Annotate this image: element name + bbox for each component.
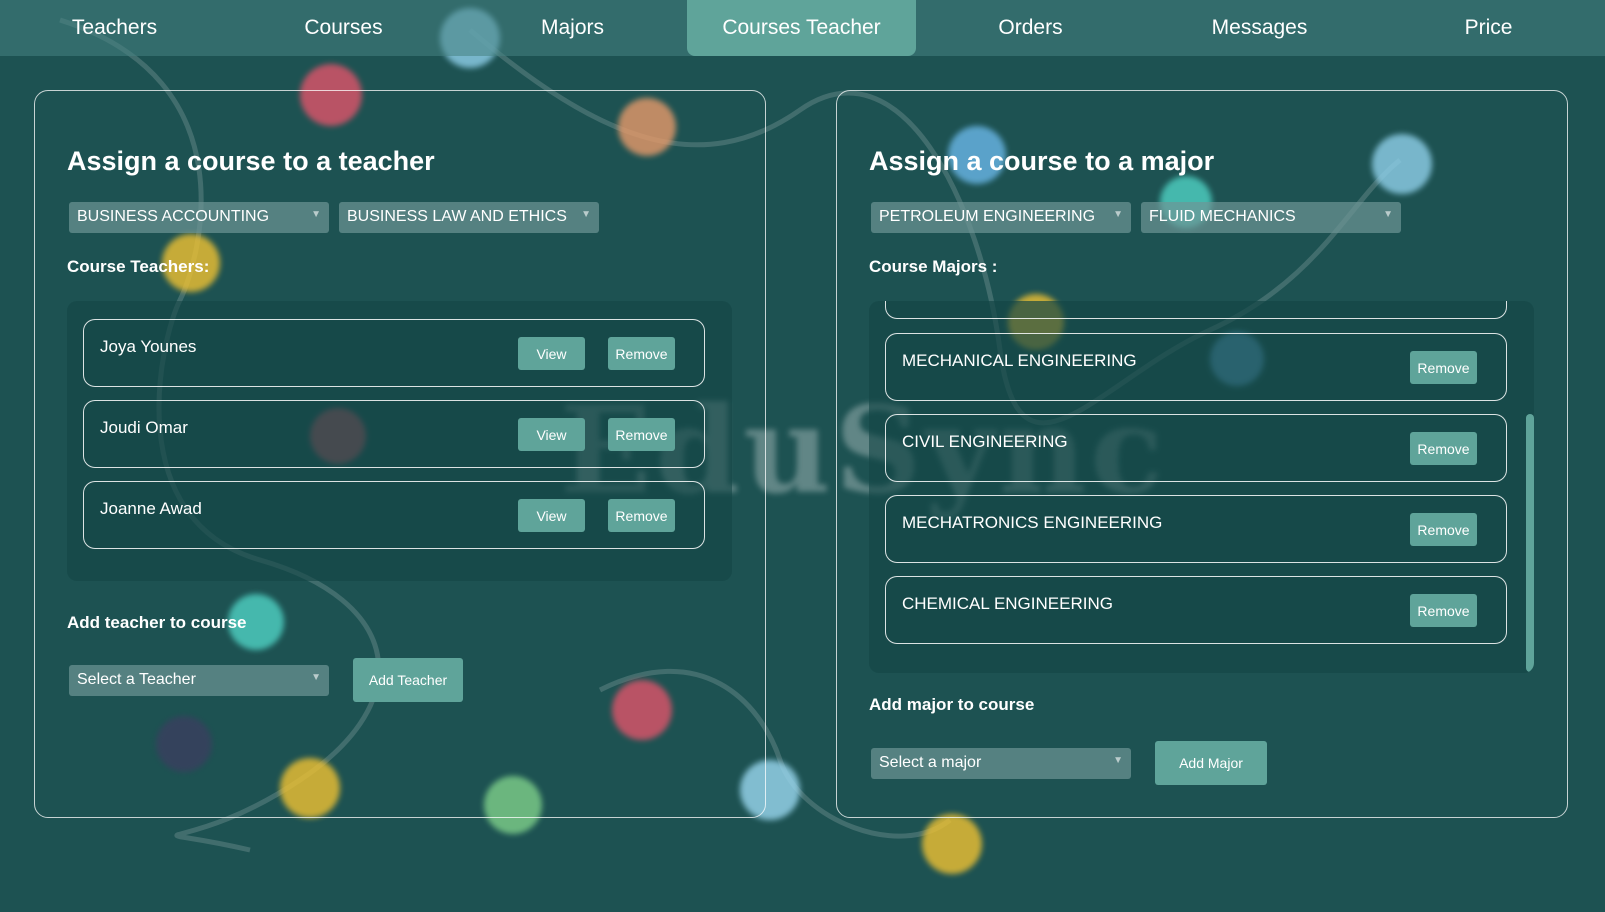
major-name: MECHANICAL ENGINEERING bbox=[902, 351, 1137, 370]
teacher-item: Joudi Omar View Remove bbox=[83, 400, 705, 468]
course-select-value: FLUID MECHANICS bbox=[1149, 208, 1296, 225]
view-teacher-button[interactable]: View bbox=[518, 337, 585, 370]
teacher-select-placeholder: Select a Teacher bbox=[77, 671, 196, 688]
course-majors-label: Course Majors : bbox=[869, 257, 998, 276]
major-name: MECHATRONICS ENGINEERING bbox=[902, 513, 1163, 532]
add-major-button[interactable]: Add Major bbox=[1155, 741, 1267, 785]
chevron-down-icon: ▼ bbox=[1383, 209, 1393, 220]
major-name: CHEMICAL ENGINEERING bbox=[902, 594, 1113, 613]
remove-major-button[interactable]: Remove bbox=[1410, 513, 1477, 546]
teacher-select[interactable]: Select a Teacher ▼ bbox=[69, 665, 329, 696]
view-teacher-button[interactable]: View bbox=[518, 499, 585, 532]
add-major-label: Add major to course bbox=[869, 695, 1035, 714]
assign-major-title: Assign a course to a major bbox=[869, 146, 1215, 176]
major-item: CHEMICAL ENGINEERING Remove bbox=[885, 576, 1507, 644]
course-teachers-label: Course Teachers: bbox=[67, 257, 210, 276]
assign-major-panel: Assign a course to a major PETROLEUM ENG… bbox=[836, 90, 1568, 818]
major-name: CIVIL ENGINEERING bbox=[902, 432, 1068, 451]
nav-majors[interactable]: Majors bbox=[458, 0, 687, 56]
remove-major-button[interactable]: Remove bbox=[1410, 351, 1477, 384]
earth-icon bbox=[922, 814, 982, 874]
major-select[interactable]: BUSINESS ACCOUNTING ▼ bbox=[69, 202, 329, 233]
course-select[interactable]: FLUID MECHANICS ▼ bbox=[1141, 202, 1401, 233]
teacher-item: Joanne Awad View Remove bbox=[83, 481, 705, 549]
nav-teachers[interactable]: Teachers bbox=[0, 0, 229, 56]
teacher-name: Joanne Awad bbox=[100, 499, 202, 518]
assign-teacher-panel: Assign a course to a teacher BUSINESS AC… bbox=[34, 90, 766, 818]
major-item: MECHATRONICS ENGINEERING Remove bbox=[885, 495, 1507, 563]
assign-teacher-title: Assign a course to a teacher bbox=[67, 146, 435, 176]
top-navigation: Teachers Courses Majors Courses Teacher … bbox=[0, 0, 1605, 56]
major-item: CIVIL ENGINEERING Remove bbox=[885, 414, 1507, 482]
view-teacher-button[interactable]: View bbox=[518, 418, 585, 451]
major-select-placeholder: Select a major bbox=[879, 754, 982, 771]
major-add-select[interactable]: Select a major ▼ bbox=[871, 748, 1131, 779]
nav-courses-teacher[interactable]: Courses Teacher bbox=[687, 0, 916, 56]
add-teacher-label: Add teacher to course bbox=[67, 613, 247, 632]
chevron-down-icon: ▼ bbox=[311, 672, 321, 683]
major-select[interactable]: PETROLEUM ENGINEERING ▼ bbox=[871, 202, 1131, 233]
major-select-value: BUSINESS ACCOUNTING bbox=[77, 208, 270, 225]
remove-major-button[interactable]: Remove bbox=[1410, 432, 1477, 465]
course-select[interactable]: BUSINESS LAW AND ETHICS ▼ bbox=[339, 202, 599, 233]
course-select-value: BUSINESS LAW AND ETHICS bbox=[347, 208, 567, 225]
major-item-partial bbox=[885, 301, 1507, 319]
teacher-item: Joya Younes View Remove bbox=[83, 319, 705, 387]
nav-price[interactable]: Price bbox=[1374, 0, 1603, 56]
chevron-down-icon: ▼ bbox=[1113, 755, 1123, 766]
course-majors-list: MECHANICAL ENGINEERING Remove CIVIL ENGI… bbox=[869, 301, 1534, 673]
remove-teacher-button[interactable]: Remove bbox=[608, 418, 675, 451]
remove-teacher-button[interactable]: Remove bbox=[608, 337, 675, 370]
major-select-value: PETROLEUM ENGINEERING bbox=[879, 208, 1096, 225]
major-item: MECHANICAL ENGINEERING Remove bbox=[885, 333, 1507, 401]
teacher-name: Joya Younes bbox=[100, 337, 197, 356]
nav-orders[interactable]: Orders bbox=[916, 0, 1145, 56]
remove-major-button[interactable]: Remove bbox=[1410, 594, 1477, 627]
list-scrollbar[interactable] bbox=[1526, 414, 1534, 672]
chevron-down-icon: ▼ bbox=[581, 209, 591, 220]
chevron-down-icon: ▼ bbox=[311, 209, 321, 220]
remove-teacher-button[interactable]: Remove bbox=[608, 499, 675, 532]
nav-courses[interactable]: Courses bbox=[229, 0, 458, 56]
add-teacher-button[interactable]: Add Teacher bbox=[353, 658, 463, 702]
teacher-name: Joudi Omar bbox=[100, 418, 188, 437]
course-teachers-list: Joya Younes View Remove Joudi Omar View … bbox=[67, 301, 732, 581]
chevron-down-icon: ▼ bbox=[1113, 209, 1123, 220]
nav-messages[interactable]: Messages bbox=[1145, 0, 1374, 56]
